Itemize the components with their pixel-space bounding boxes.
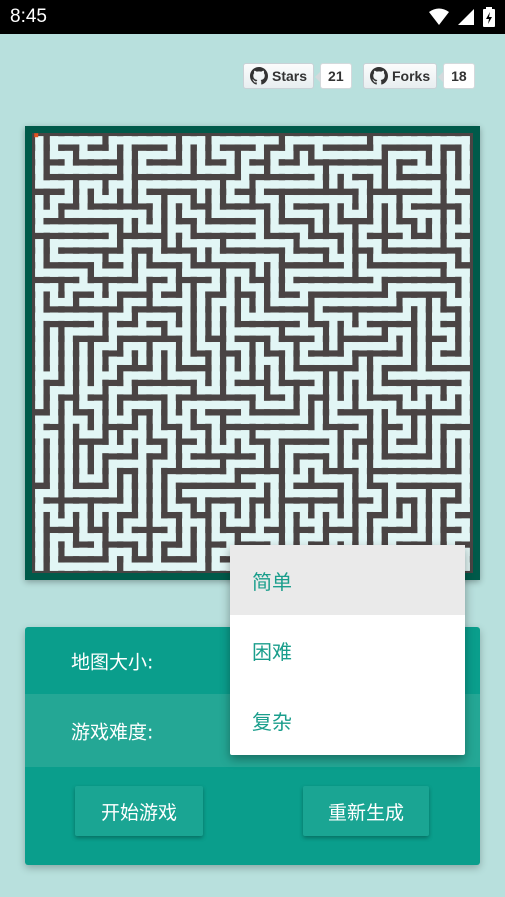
- github-stars-count[interactable]: 21: [315, 63, 352, 89]
- maze-grid[interactable]: [32, 133, 473, 573]
- github-icon: [370, 67, 388, 85]
- difficulty-dropdown: 简单 困难 复杂: [230, 545, 465, 755]
- github-forks-label: Forks: [392, 68, 431, 84]
- status-bar: 8:45: [0, 0, 505, 34]
- battery-icon: [483, 7, 495, 27]
- signal-icon: [458, 9, 474, 25]
- start-game-button[interactable]: 开始游戏: [75, 786, 203, 836]
- github-forks-count[interactable]: 18: [438, 63, 475, 89]
- github-stars-button[interactable]: Stars: [243, 63, 315, 89]
- player-marker: [34, 133, 39, 138]
- github-forks: Forks 18: [363, 62, 475, 90]
- github-icon: [250, 67, 268, 85]
- github-forks-button[interactable]: Forks: [363, 63, 438, 89]
- map-size-label: 地图大小:: [71, 651, 154, 673]
- github-stars: Stars 21: [243, 62, 352, 90]
- status-icons: [429, 7, 495, 27]
- difficulty-label: 游戏难度:: [71, 721, 154, 743]
- maze-board[interactable]: [25, 126, 480, 580]
- github-stars-label: Stars: [272, 68, 308, 84]
- status-time: 8:45: [10, 6, 47, 27]
- wifi-icon: [429, 8, 449, 25]
- difficulty-option-complex[interactable]: 复杂: [230, 685, 465, 755]
- regenerate-button[interactable]: 重新生成: [303, 786, 429, 836]
- difficulty-option-easy[interactable]: 简单: [230, 545, 465, 615]
- difficulty-option-hard[interactable]: 困难: [230, 615, 465, 685]
